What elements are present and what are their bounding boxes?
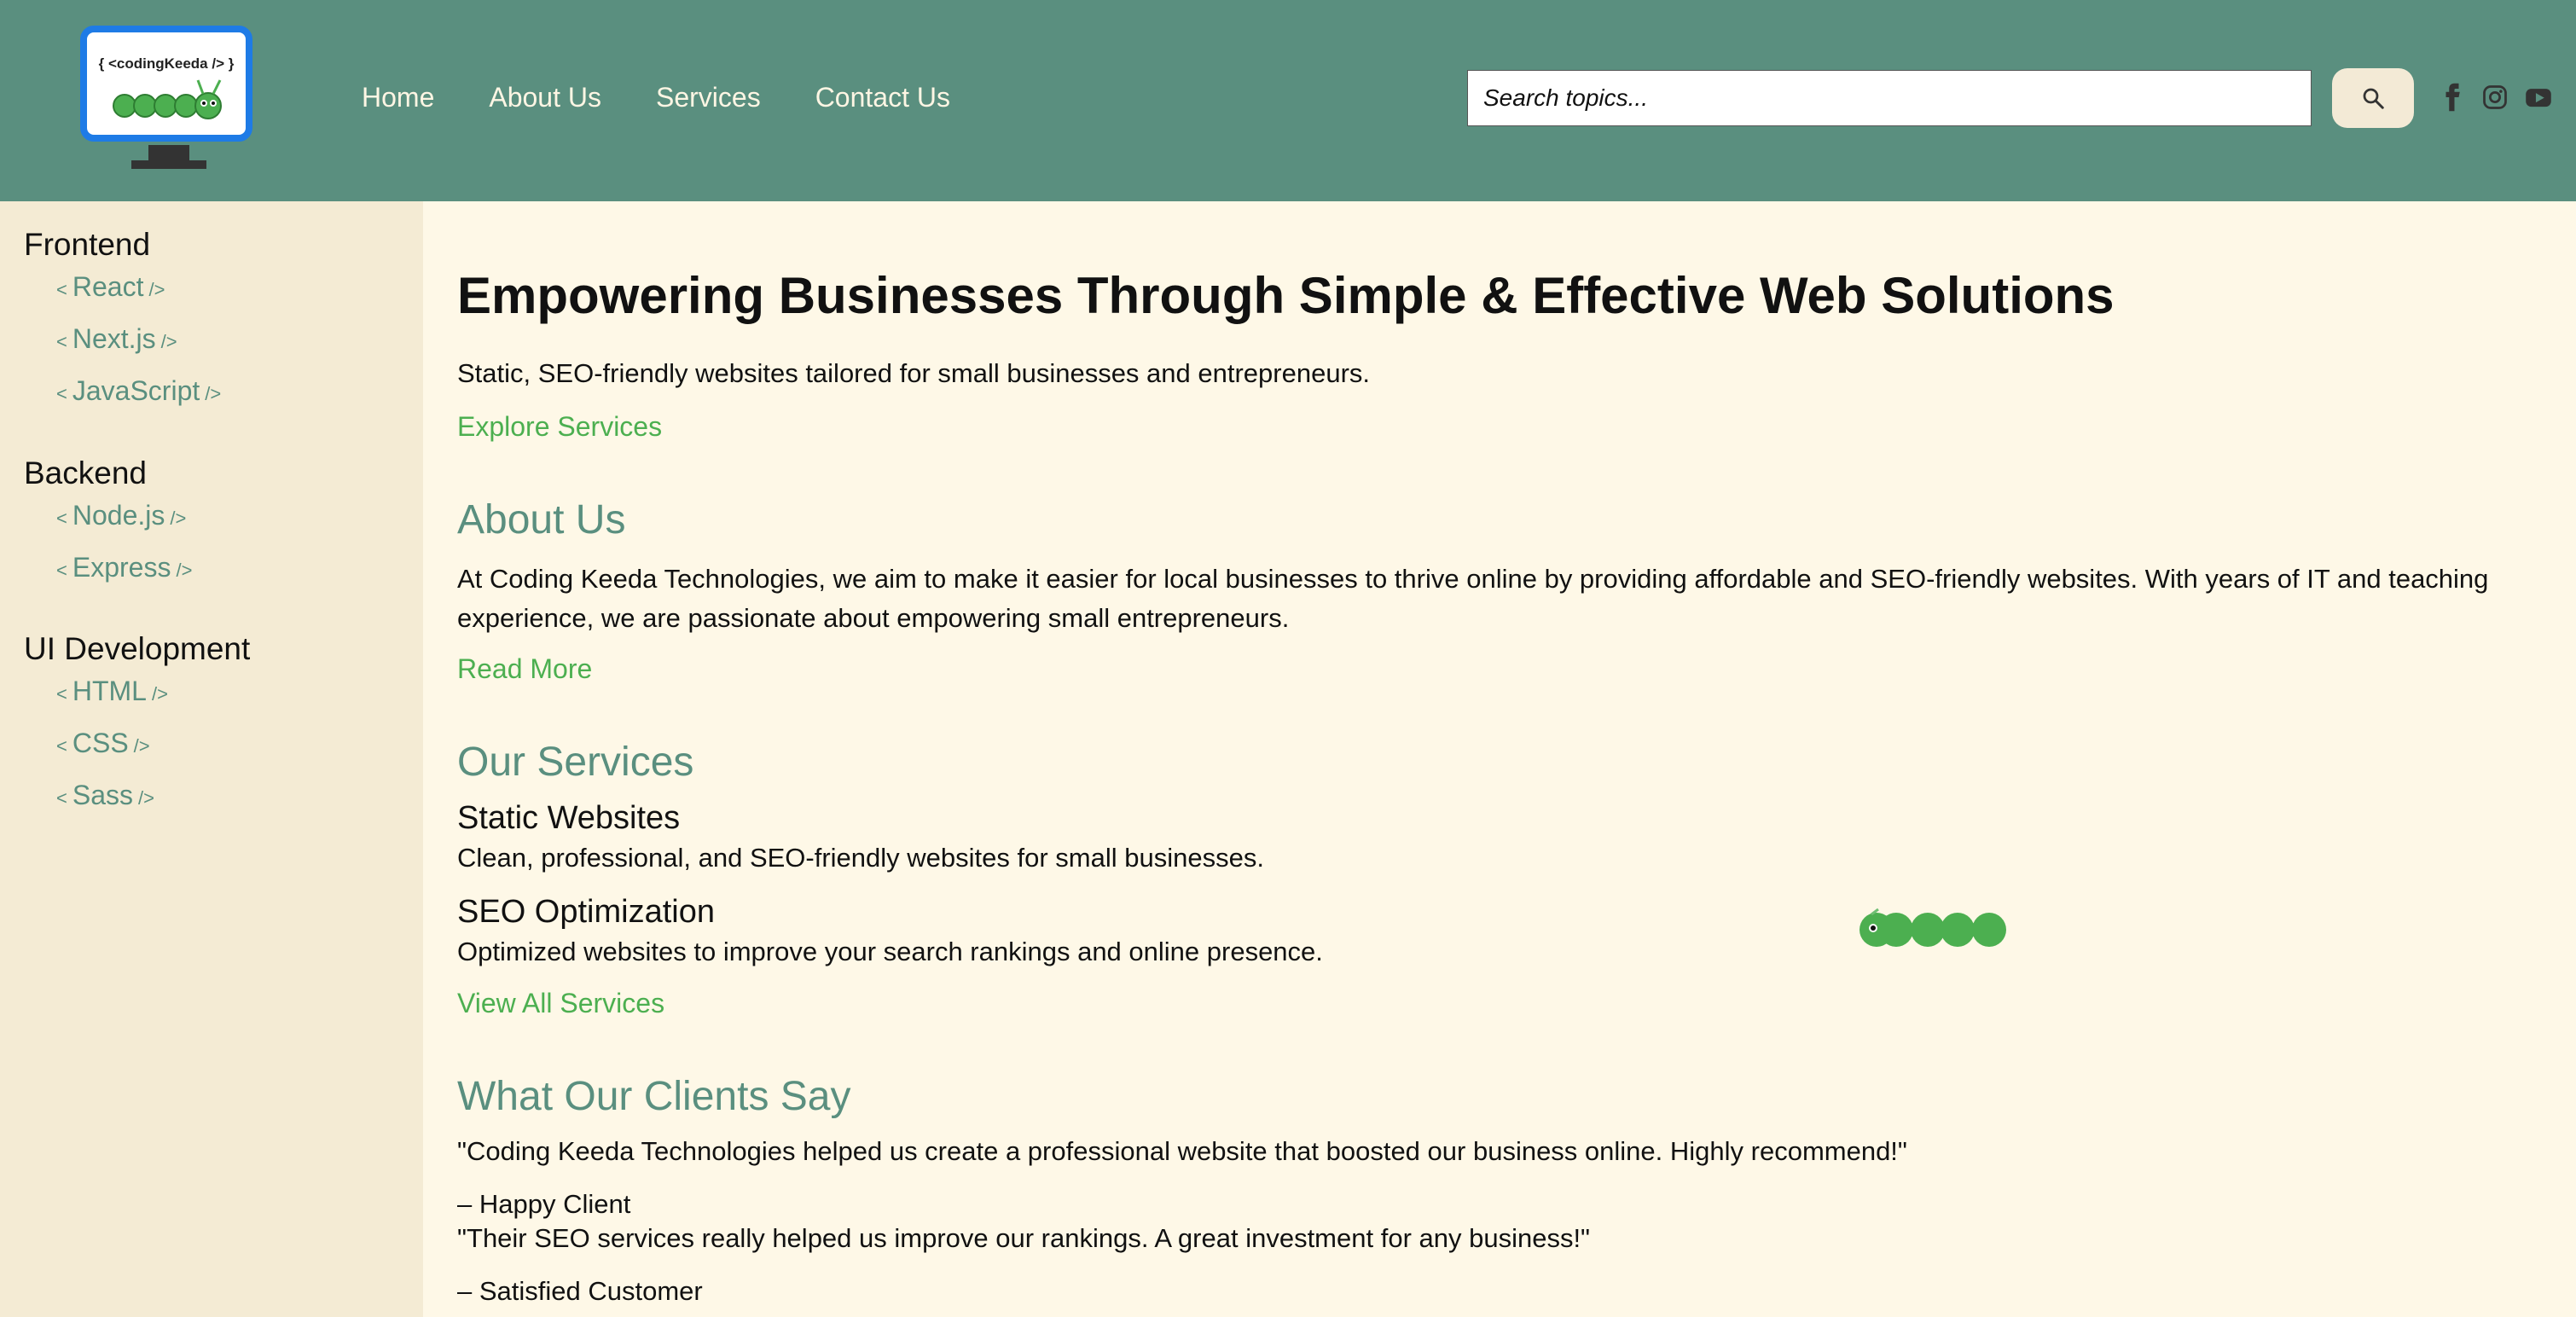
instagram-icon[interactable] <box>2482 82 2508 113</box>
bracket-open: < <box>56 508 67 529</box>
sidebar-item-label: JavaScript <box>72 375 200 406</box>
bracket-open: < <box>56 787 67 809</box>
view-all-services-link[interactable]: View All Services <box>457 988 664 1019</box>
sidebar-item-html[interactable]: < HTML/> <box>56 676 168 707</box>
search-input[interactable] <box>1467 70 2312 126</box>
sidebar: Frontend < React/> < Next.js/> < JavaScript… <box>0 201 423 1317</box>
testimonial-author: – Happy Client <box>457 1189 631 1219</box>
nav-about-us[interactable]: About Us <box>489 82 601 113</box>
caterpillar-illustration <box>1858 908 2010 955</box>
youtube-icon[interactable] <box>2525 82 2551 113</box>
social-links <box>2440 82 2551 113</box>
sidebar-item-label: Express <box>72 552 171 583</box>
bracket-open: < <box>56 683 67 705</box>
sidebar-section-title: Frontend <box>24 227 151 262</box>
service-desc: Optimized websites to improve your searc… <box>457 937 1323 966</box>
sidebar-section-title: UI Development <box>24 631 251 666</box>
sidebar-item-label: Sass <box>72 780 133 810</box>
search-icon <box>2363 88 2384 109</box>
about-text: At Coding Keeda Technologies, we aim to … <box>457 564 2489 633</box>
testimonial-quote: "Coding Keeda Technologies helped us cre… <box>457 1136 1907 1166</box>
hero-subtitle: Static, SEO-friendly websites tailored f… <box>457 358 1370 388</box>
testimonial-quote: "Their SEO services really helped us imp… <box>457 1223 1591 1253</box>
testimonials-title: What Our Clients Say <box>457 1074 851 1119</box>
site-logo[interactable]: { <codingKeeda /> } <box>80 26 256 172</box>
service-name: Static Websites <box>457 800 681 836</box>
bracket-close: /> <box>170 508 187 529</box>
bracket-close: /> <box>148 279 165 300</box>
hero-title: Empowering Businesses Through Simple & E… <box>457 267 2115 324</box>
sidebar-item-css[interactable]: < CSS/> <box>56 728 150 759</box>
explore-services-link[interactable]: Explore Services <box>457 411 662 443</box>
sidebar-item-label: HTML <box>72 676 147 706</box>
bracket-open: < <box>56 560 67 581</box>
bracket-close: /> <box>205 383 222 404</box>
main-nav: Home About Us Services Contact Us <box>362 82 950 113</box>
bracket-close: /> <box>160 331 177 352</box>
nav-home[interactable]: Home <box>362 82 434 113</box>
sidebar-item-express[interactable]: < Express/> <box>56 552 192 583</box>
bracket-open: < <box>56 331 67 352</box>
bracket-close: /> <box>176 560 193 581</box>
sidebar-item-nextjs[interactable]: < Next.js/> <box>56 323 177 355</box>
site-header: { <codingKeeda /> } Home About Us Servic… <box>0 0 2576 201</box>
bracket-open: < <box>56 279 67 300</box>
read-more-link[interactable]: Read More <box>457 653 592 685</box>
sidebar-section-title: Backend <box>24 455 147 490</box>
facebook-icon[interactable] <box>2440 82 2465 113</box>
search-button[interactable] <box>2332 68 2414 128</box>
testimonial-author: – Satisfied Customer <box>457 1276 703 1306</box>
sidebar-item-react[interactable]: < React/> <box>56 271 165 303</box>
bracket-open: < <box>56 735 67 757</box>
bracket-close: /> <box>138 787 154 809</box>
bracket-close: /> <box>133 735 150 757</box>
sidebar-item-label: Next.js <box>72 323 156 354</box>
sidebar-item-label: React <box>72 271 144 302</box>
nav-contact-us[interactable]: Contact Us <box>815 82 950 113</box>
sidebar-item-javascript[interactable]: < JavaScript/> <box>56 375 221 407</box>
about-title: About Us <box>457 497 626 542</box>
logo-text: { <codingKeeda /> } <box>99 55 235 72</box>
bracket-open: < <box>56 383 67 404</box>
sidebar-item-sass[interactable]: < Sass/> <box>56 780 154 811</box>
service-desc: Clean, professional, and SEO-friendly we… <box>457 843 1264 873</box>
services-title: Our Services <box>457 740 694 785</box>
bracket-close: /> <box>151 683 168 705</box>
sidebar-item-label: Node.js <box>72 500 165 531</box>
sidebar-item-nodejs[interactable]: < Node.js/> <box>56 500 186 531</box>
service-name: SEO Optimization <box>457 894 715 930</box>
nav-services[interactable]: Services <box>656 82 761 113</box>
sidebar-item-label: CSS <box>72 728 129 758</box>
